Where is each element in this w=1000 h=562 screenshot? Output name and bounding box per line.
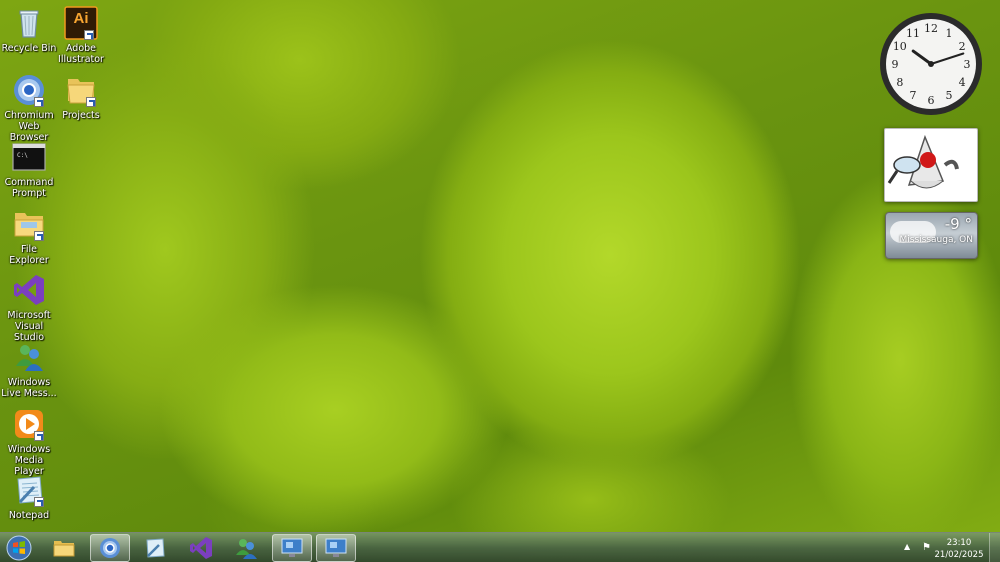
folder-icon [53,541,75,557]
desktop-icon-command-prompt[interactable]: C:\ Command Prompt [0,140,58,199]
weather-location: Mississauga, ON [899,235,973,245]
clock-numeral: 10 [893,40,907,53]
desktop[interactable]: Recycle Bin Ai Adobe Illustrator Chromiu… [0,0,1000,562]
tray-time[interactable]: 23:10 [933,538,985,548]
remote-desktop-icon [325,538,347,557]
shortcut-arrow-icon [86,97,96,107]
desktop-icon-label: File Explorer [9,244,49,266]
notepad-icon [146,538,165,558]
desktop-icon-label: Notepad [8,510,50,521]
taskbar-button-remote-2[interactable] [316,534,356,562]
shortcut-arrow-icon [34,231,44,241]
chromium-icon [100,538,120,558]
desktop-icon-label: Recycle Bin [1,43,57,54]
messenger-icon [236,539,257,559]
desktop-icon-label: Chromium Web Browser [4,110,54,143]
file-explorer-icon [12,207,46,241]
visual-studio-icon [12,273,46,307]
start-button[interactable] [4,534,34,562]
desktop-icon-recycle-bin[interactable]: Recycle Bin [0,6,58,54]
desktop-icon-live-messenger[interactable]: Windows Live Mess... [0,340,58,399]
clock-numeral: 11 [906,27,920,40]
shortcut-arrow-icon [84,30,94,40]
show-hidden-icons-icon[interactable]: ▲ [904,542,910,551]
mascot-gadget[interactable] [884,128,978,202]
desktop-icon-label: Adobe Illustrator [58,43,104,65]
desktop-icon-label: Microsoft Visual Studio [7,310,51,343]
shortcut-arrow-icon [34,497,44,507]
tray-date[interactable]: 21/02/2025 [931,550,987,560]
adobe-illustrator-icon: Ai [64,6,98,40]
desktop-icon-label: Projects [62,110,100,121]
show-desktop-button[interactable] [989,533,1000,562]
system-tray: ▲ ⚑ 23:10 21/02/2025 [900,533,1000,562]
clock-numeral: 8 [896,76,903,89]
desktop-icon-media-player[interactable]: Windows Media Player [0,407,58,477]
folder-icon [64,73,98,107]
desktop-icon-label: Windows Live Mess... [1,377,57,399]
desktop-icon-adobe-illustrator[interactable]: Ai Adobe Illustrator [52,6,110,65]
weather-temperature: -9 ° [944,215,972,233]
taskbar-button-notepad[interactable] [135,534,175,562]
clock-numeral: 6 [928,94,935,107]
taskbar: ▲ ⚑ 23:10 21/02/2025 [0,532,1000,562]
messenger-icon [12,340,46,374]
chromium-icon [12,73,46,107]
recycle-bin-icon [12,6,46,40]
taskbar-button-messenger[interactable] [226,534,266,562]
desktop-icon-file-explorer[interactable]: File Explorer [0,207,58,266]
notepad-icon [12,473,46,507]
duke-mascot-icon [885,129,977,201]
taskbar-button-remote-1[interactable] [272,534,312,562]
desktop-icon-chromium[interactable]: Chromium Web Browser [0,73,58,143]
clock-numeral: 3 [964,58,971,71]
visual-studio-icon [190,537,212,559]
clock-numeral: 12 [924,22,938,35]
clock-numeral: 4 [959,76,966,89]
desktop-icon-projects[interactable]: Projects [52,73,110,121]
desktop-icon-notepad[interactable]: Notepad [0,473,58,521]
clock-numeral: 1 [946,27,953,40]
clock-numeral: 2 [959,40,966,53]
command-prompt-glyph: C:\ [17,152,28,159]
shortcut-arrow-icon [34,97,44,107]
desktop-icon-visual-studio[interactable]: Microsoft Visual Studio [0,273,58,343]
taskbar-button-chromium[interactable] [90,534,130,562]
taskbar-button-visual-studio[interactable] [181,534,221,562]
weather-gadget[interactable]: -9 ° Mississauga, ON [885,212,978,259]
action-center-flag-icon[interactable]: ⚑ [922,542,931,553]
windows-start-icon [6,535,32,561]
taskbar-button-explorer[interactable] [44,534,84,562]
remote-desktop-icon [281,538,303,557]
clock-gadget[interactable]: 12 1 2 3 4 5 6 7 8 9 10 11 [878,11,984,117]
media-player-icon [12,407,46,441]
clock-numeral: 5 [946,89,953,102]
clock-numeral: 9 [892,58,899,71]
illustrator-glyph: Ai [73,10,89,27]
desktop-icon-label: Command Prompt [4,177,54,199]
command-prompt-icon: C:\ [12,140,46,174]
shortcut-arrow-icon [34,431,44,441]
clock-numeral: 7 [910,89,917,102]
